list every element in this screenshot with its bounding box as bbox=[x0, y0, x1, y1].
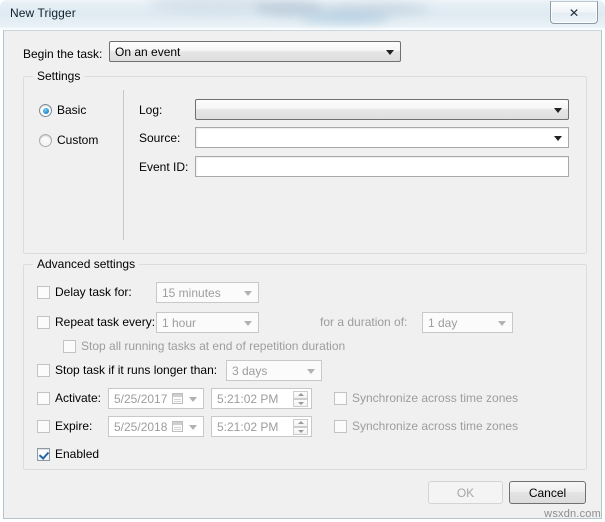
calendar-icon bbox=[172, 420, 183, 432]
activate-time-spinner[interactable] bbox=[293, 390, 308, 408]
spinner-up-icon[interactable] bbox=[293, 418, 308, 427]
checkbox-stop-task-longer[interactable] bbox=[37, 364, 50, 377]
spinner-down-icon[interactable] bbox=[293, 398, 308, 407]
expire-time-input[interactable]: 5:21:02 PM bbox=[211, 416, 312, 437]
expire-time-spinner[interactable] bbox=[293, 418, 308, 436]
activate-sync-label: Synchronize across time zones bbox=[352, 391, 519, 405]
checkbox-enabled[interactable] bbox=[37, 448, 50, 461]
cancel-button[interactable]: Cancel bbox=[509, 481, 586, 504]
begin-task-label: Begin the task: bbox=[23, 47, 103, 61]
chevron-down-icon bbox=[498, 320, 506, 326]
chevron-down-icon bbox=[554, 135, 562, 141]
event-id-label: Event ID: bbox=[139, 160, 189, 174]
expire-label: Expire: bbox=[55, 419, 93, 433]
repeat-task-value: 1 hour bbox=[162, 315, 197, 330]
calendar-icon bbox=[172, 392, 183, 404]
activate-date-input[interactable]: 5/25/2017 bbox=[108, 388, 204, 409]
spinner-down-icon[interactable] bbox=[293, 426, 308, 435]
stop-task-longer-label: Stop task if it runs longer than: bbox=[55, 363, 218, 377]
new-trigger-dialog: New Trigger ✕ Begin the task: On an even… bbox=[0, 0, 605, 522]
event-id-input[interactable] bbox=[195, 156, 569, 177]
stop-all-running-tasks-label: Stop all running tasks at end of repetit… bbox=[81, 339, 346, 353]
title-bar[interactable]: New Trigger bbox=[0, 0, 605, 30]
close-icon: ✕ bbox=[568, 5, 580, 20]
activate-date-value: 5/25/2017 bbox=[114, 391, 168, 406]
duration-combo[interactable]: 1 day bbox=[422, 312, 513, 333]
expire-date-value: 5/25/2018 bbox=[114, 419, 168, 434]
stop-task-longer-combo[interactable]: 3 days bbox=[226, 360, 322, 381]
close-button[interactable]: ✕ bbox=[550, 1, 598, 24]
chevron-down-icon bbox=[189, 424, 197, 430]
radio-custom-label: Custom bbox=[57, 133, 99, 147]
window-title: New Trigger bbox=[10, 6, 76, 20]
ok-button[interactable]: OK bbox=[428, 481, 503, 504]
log-combo[interactable] bbox=[195, 99, 569, 120]
checkbox-repeat-task[interactable] bbox=[37, 316, 50, 329]
begin-task-combo[interactable]: On an event bbox=[109, 41, 401, 62]
checkbox-activate-sync-timezones[interactable] bbox=[334, 392, 347, 405]
chevron-down-icon bbox=[554, 107, 562, 113]
expire-time-value: 5:21:02 PM bbox=[217, 419, 279, 434]
checkbox-delay-task[interactable] bbox=[37, 286, 50, 299]
checkbox-expire-sync-timezones[interactable] bbox=[334, 420, 347, 433]
ok-button-label: OK bbox=[456, 485, 475, 500]
repeat-task-label: Repeat task every: bbox=[55, 315, 156, 329]
begin-task-value: On an event bbox=[115, 44, 181, 59]
enabled-label: Enabled bbox=[55, 447, 100, 461]
watermark: wsxdn.com bbox=[544, 508, 601, 520]
stop-task-longer-value: 3 days bbox=[232, 363, 268, 378]
settings-group-title: Settings bbox=[33, 69, 85, 83]
checkbox-stop-all-running-tasks[interactable] bbox=[63, 340, 76, 353]
chevron-down-icon bbox=[244, 290, 252, 296]
radio-basic-label: Basic bbox=[57, 103, 87, 117]
activate-time-value: 5:21:02 PM bbox=[217, 391, 279, 406]
expire-sync-label: Synchronize across time zones bbox=[352, 419, 519, 433]
chevron-down-icon bbox=[307, 368, 315, 374]
cancel-button-label: Cancel bbox=[528, 485, 567, 500]
checkbox-expire[interactable] bbox=[37, 420, 50, 433]
checkbox-activate[interactable] bbox=[37, 392, 50, 405]
activate-time-input[interactable]: 5:21:02 PM bbox=[211, 388, 312, 409]
settings-divider bbox=[123, 90, 124, 240]
repeat-task-combo[interactable]: 1 hour bbox=[156, 312, 259, 333]
expire-date-input[interactable]: 5/25/2018 bbox=[108, 416, 204, 437]
chevron-down-icon bbox=[189, 396, 197, 402]
duration-label: for a duration of: bbox=[320, 315, 408, 329]
radio-custom[interactable] bbox=[39, 134, 52, 147]
spinner-up-icon[interactable] bbox=[293, 390, 308, 399]
dialog-client-area: Begin the task: On an event Settings Bas… bbox=[3, 30, 602, 519]
advanced-group-title: Advanced settings bbox=[33, 257, 140, 271]
activate-label: Activate: bbox=[55, 391, 102, 405]
delay-task-combo[interactable]: 15 minutes bbox=[156, 282, 259, 303]
delay-task-label: Delay task for: bbox=[55, 285, 132, 299]
source-label: Source: bbox=[139, 131, 181, 145]
chevron-down-icon bbox=[244, 320, 252, 326]
delay-task-value: 15 minutes bbox=[162, 285, 221, 300]
log-label: Log: bbox=[139, 103, 163, 117]
duration-value: 1 day bbox=[428, 315, 458, 330]
radio-basic[interactable] bbox=[39, 104, 52, 117]
source-combo[interactable] bbox=[195, 127, 569, 148]
chevron-down-icon bbox=[386, 49, 394, 55]
